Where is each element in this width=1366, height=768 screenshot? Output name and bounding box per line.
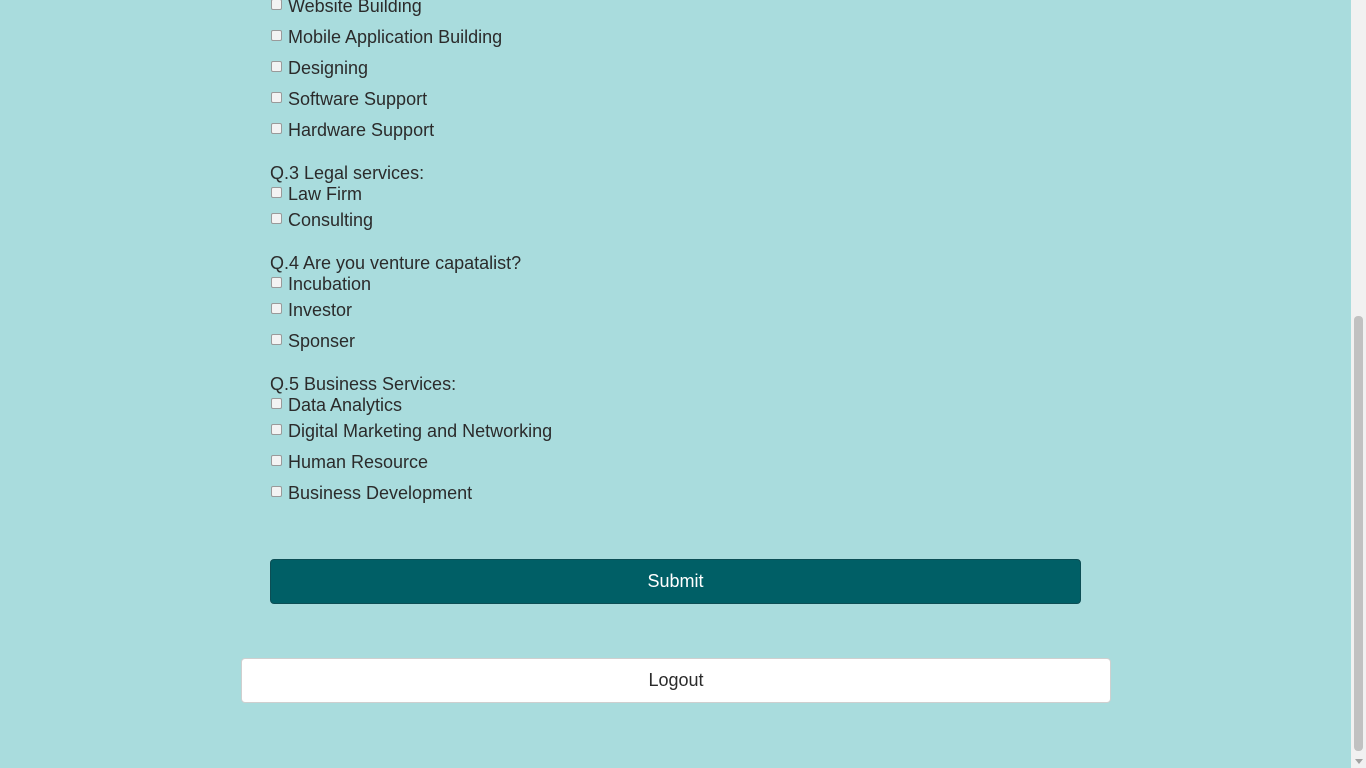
option-label: Human Resource xyxy=(288,452,429,472)
option-label: Business Development xyxy=(288,483,473,503)
software-support-checkbox[interactable] xyxy=(271,92,282,103)
option-sponser[interactable]: Sponser xyxy=(270,326,1082,357)
incubation-checkbox[interactable] xyxy=(271,277,282,288)
logout-button[interactable]: Logout xyxy=(241,658,1111,703)
option-website-building[interactable]: Website Building xyxy=(270,0,1082,22)
option-label: Website Building xyxy=(288,0,422,16)
option-incubation[interactable]: Incubation xyxy=(270,274,1082,295)
option-label: Designing xyxy=(288,58,369,78)
option-label: Consulting xyxy=(288,210,374,230)
human-resource-checkbox[interactable] xyxy=(271,455,282,466)
investor-checkbox[interactable] xyxy=(271,303,282,314)
q3-options: Law Firm Consulting xyxy=(270,184,1082,236)
option-business-development[interactable]: Business Development xyxy=(270,478,1082,509)
law-firm-checkbox[interactable] xyxy=(271,187,282,198)
survey-form: Website Building Mobile Application Buil… xyxy=(270,0,1082,509)
q5-options: Data Analytics Digital Marketing and Net… xyxy=(270,395,1082,509)
q4-options: Incubation Investor Sponser xyxy=(270,274,1082,357)
option-label: Mobile Application Building xyxy=(288,27,503,47)
question-q5: Q.5 Business Services: xyxy=(270,374,457,394)
designing-checkbox[interactable] xyxy=(271,61,282,72)
option-hardware-support[interactable]: Hardware Support xyxy=(270,115,1082,146)
scroll-down-arrow-icon[interactable] xyxy=(1355,759,1363,764)
question-q4: Q.4 Are you venture capatalist? xyxy=(270,253,522,273)
option-label: Investor xyxy=(288,300,353,320)
option-mobile-application-building[interactable]: Mobile Application Building xyxy=(270,22,1082,53)
option-consulting[interactable]: Consulting xyxy=(270,205,1082,236)
sponser-checkbox[interactable] xyxy=(271,334,282,345)
consulting-checkbox[interactable] xyxy=(271,213,282,224)
submit-button[interactable]: Submit xyxy=(270,559,1081,604)
option-label: Data Analytics xyxy=(288,395,403,415)
question-q3: Q.3 Legal services: xyxy=(270,163,425,183)
survey-page: Website Building Mobile Application Buil… xyxy=(0,0,1351,768)
option-label: Law Firm xyxy=(288,184,363,204)
option-designing[interactable]: Designing xyxy=(270,53,1082,84)
website-building-checkbox[interactable] xyxy=(271,0,282,10)
hardware-support-checkbox[interactable] xyxy=(271,123,282,134)
business-development-checkbox[interactable] xyxy=(271,486,282,497)
option-data-analytics[interactable]: Data Analytics xyxy=(270,395,1082,416)
option-digital-marketing[interactable]: Digital Marketing and Networking xyxy=(270,416,1082,447)
option-investor[interactable]: Investor xyxy=(270,295,1082,326)
data-analytics-checkbox[interactable] xyxy=(271,398,282,409)
scrollbar-thumb[interactable] xyxy=(1354,316,1363,751)
option-human-resource[interactable]: Human Resource xyxy=(270,447,1082,478)
option-label: Hardware Support xyxy=(288,120,435,140)
option-label: Digital Marketing and Networking xyxy=(288,421,553,441)
digital-marketing-checkbox[interactable] xyxy=(271,424,282,435)
option-law-firm[interactable]: Law Firm xyxy=(270,184,1082,205)
option-label: Sponser xyxy=(288,331,356,351)
vertical-scrollbar[interactable] xyxy=(1351,0,1366,768)
mobile-application-building-checkbox[interactable] xyxy=(271,30,282,41)
q2-options: Website Building Mobile Application Buil… xyxy=(270,0,1082,146)
option-label: Incubation xyxy=(288,274,372,294)
option-software-support[interactable]: Software Support xyxy=(270,84,1082,115)
option-label: Software Support xyxy=(288,89,428,109)
